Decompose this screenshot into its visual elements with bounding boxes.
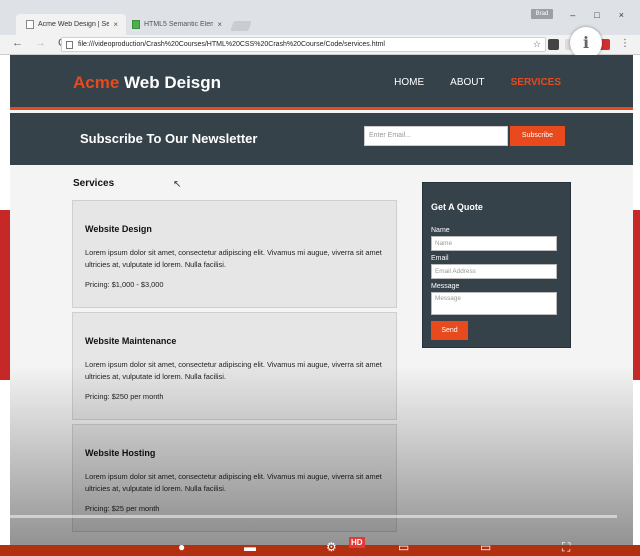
site-header: Acme Web Deisgn HOME ABOUT SERVICES [10,55,633,110]
tab-title: HTML5 Semantic Eleme [144,21,214,28]
browser-tab-bar: Acme Web Design | Servi × HTML5 Semantic… [0,0,640,35]
site-logo[interactable]: Acme Web Deisgn [73,73,221,93]
theater-mode-icon[interactable]: ▭ [480,540,491,554]
page-favicon-icon [26,20,34,29]
service-card: Website Maintenance Lorem ipsum dolor si… [72,312,397,420]
subtitles-icon[interactable]: ▬ [244,540,256,554]
logo-text: Web Deisgn [119,73,222,92]
page-title: Services [73,178,115,189]
quote-form: Get A Quote Name Name Email Email Addres… [422,182,571,348]
service-price: Pricing: $250 per month [85,392,164,401]
url-text: file:///videoproduction/Crash%20Courses/… [78,41,385,48]
mouse-cursor-icon: ↖ [173,179,182,190]
newsletter-title: Subscribe To Our Newsletter [80,131,258,146]
back-icon[interactable]: ← [12,37,23,49]
newsletter-section: Subscribe To Our Newsletter Enter Email.… [10,113,633,165]
window-controls: – □ × [570,10,624,20]
address-bar: ← → C file:///videoproduction/Crash%20Co… [0,35,640,55]
service-price: Pricing: $1,000 - $3,000 [85,280,164,289]
service-description: Lorem ipsum dolor sit amet, consectetur … [85,248,382,269]
close-window-icon[interactable]: × [619,10,624,20]
newsletter-email-input[interactable]: Enter Email... [364,126,508,146]
tab-title: Acme Web Design | Servi [38,21,110,28]
settings-gear-icon[interactable]: ⚙ [326,540,337,554]
new-tab-button[interactable] [230,21,252,31]
video-background-strip [633,210,640,380]
page-icon [66,41,73,49]
tab-html5-semantic[interactable]: HTML5 Semantic Eleme × [122,14,230,35]
subscribe-button[interactable]: Subscribe [510,126,565,146]
url-input[interactable]: file:///videoproduction/Crash%20Courses/… [61,37,546,52]
tab-close-icon[interactable]: × [113,20,118,29]
service-title: Website Maintenance [85,336,177,346]
fullscreen-icon[interactable]: ⛶ [562,540,570,555]
nav-buttons: ← → C [12,37,66,49]
hd-badge: HD [349,537,365,548]
minimize-icon[interactable]: – [570,10,575,20]
service-card: Website Design Lorem ipsum dolor sit ame… [72,200,397,308]
logo-highlight: Acme [73,73,120,92]
profile-badge[interactable]: Brad [531,9,553,19]
maximize-icon[interactable]: □ [594,10,599,20]
video-progress-bar[interactable] [0,515,617,518]
send-button[interactable]: Send [431,321,468,340]
nav-about[interactable]: ABOUT [450,77,484,88]
extension-icon[interactable] [548,39,559,50]
tab-acme-services[interactable]: Acme Web Design | Servi × [16,14,126,35]
page-viewport: Acme Web Deisgn HOME ABOUT SERVICES Subs… [10,55,633,545]
miniplayer-icon[interactable]: ▭ [398,540,409,554]
play-icon[interactable]: ● [178,540,185,554]
message-field[interactable]: Message [431,292,557,315]
main-nav: HOME ABOUT SERVICES [394,77,561,88]
nav-home[interactable]: HOME [394,77,424,88]
forward-icon[interactable]: → [35,37,46,49]
service-title: Website Design [85,224,152,234]
page-favicon-icon [132,20,140,29]
browser-menu-icon[interactable]: ⋮ [620,38,630,49]
service-description: Lorem ipsum dolor sit amet, consectetur … [85,360,382,381]
nav-services[interactable]: SERVICES [511,77,561,88]
service-price: Pricing: $25 per month [85,504,160,513]
message-label: Message [431,283,460,290]
service-description: Lorem ipsum dolor sit amet, consectetur … [85,472,382,493]
tab-close-icon[interactable]: × [217,20,222,29]
service-title: Website Hosting [85,448,156,458]
video-background-strip [0,210,10,380]
bookmark-star-icon[interactable]: ☆ [533,38,541,51]
email-label: Email [431,255,449,262]
email-field[interactable]: Email Address [431,264,557,279]
video-controls-bar [0,545,640,556]
name-field[interactable]: Name [431,236,557,251]
quote-title: Get A Quote [431,202,483,212]
name-label: Name [431,227,450,234]
